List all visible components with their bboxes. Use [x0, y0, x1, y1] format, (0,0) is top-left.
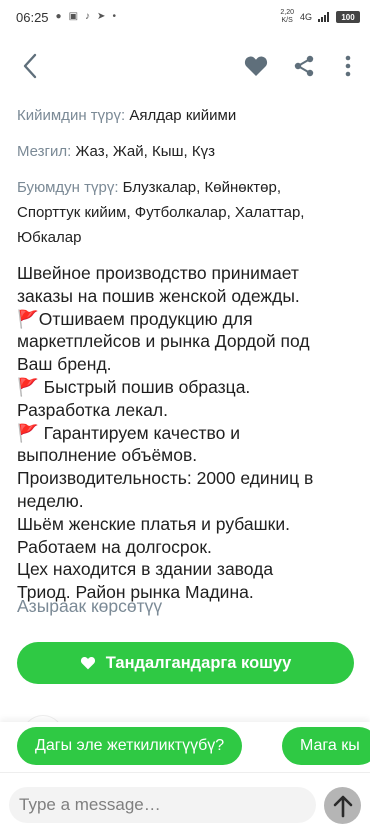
description-line: Цех находится в здании завода	[17, 559, 274, 580]
favorite-button[interactable]	[238, 48, 274, 84]
status-time: 06:25	[16, 9, 49, 25]
attribute-value: Аялдар кийими	[129, 107, 237, 124]
red-flag-icon: 🚩	[17, 376, 39, 397]
description-line: заказы на пошив женской одежды.	[17, 285, 300, 306]
message-input[interactable]	[9, 787, 316, 823]
back-button[interactable]	[12, 48, 48, 84]
description-line: Ваш бренд.	[17, 354, 112, 375]
net-speed: 2,20 K/S	[280, 9, 294, 25]
attribute-clothing-type: Кийимдин түрү: Аялдар кийими	[17, 103, 236, 128]
attribute-value-line: Блузкалар, Көйнөктөр,	[122, 179, 282, 196]
description-line: маркетплейсов и рынка Дордой под	[17, 331, 310, 352]
attribute-label: Кийимдин түрү:	[17, 107, 126, 124]
attribute-label: Мезгил:	[17, 143, 72, 160]
red-flag-icon: 🚩	[17, 422, 39, 443]
attribute-item-type: Буюмдун түрү: Блузкалар, Көйнөктөр, Спор…	[17, 175, 357, 250]
description-line: Работаем на долгосрок.	[17, 536, 212, 557]
net-speed-unit: K/S	[281, 17, 293, 24]
description-line: 🚩 Гарантируем качество и	[17, 422, 357, 445]
add-to-favorites-label: Тандалгандарга кошуу	[105, 653, 292, 672]
tiktok-icon: ♪	[85, 11, 91, 22]
snapchat-icon: ●	[55, 11, 62, 22]
more-options-button[interactable]	[330, 48, 366, 84]
signal-bars-icon	[318, 10, 330, 25]
description-line: 🚩Отшиваем продукцию для	[17, 308, 357, 331]
description-line: Производительность: 2000 единиц в	[17, 468, 314, 489]
quick-reply-chip[interactable]: Дагы эле жеткиликтүүбү?	[17, 727, 243, 765]
quick-reply-chip[interactable]: Мага кы	[282, 727, 370, 765]
attribute-label: Буюмдун түрү:	[17, 179, 119, 196]
description-line: Швейное производство принимает	[17, 263, 299, 283]
description-line: 🚩 Быстрый пошив образца.	[17, 376, 357, 399]
more-vertical-icon	[345, 55, 351, 77]
net-speed-value: 2,20	[280, 9, 294, 16]
attribute-value-line: Спорттук кийим, Футболкалар, Халаттар,	[17, 204, 305, 221]
telegram-icon: ➤	[97, 11, 106, 22]
description-line: выполнение объёмов.	[17, 445, 198, 466]
signal-indicator: 4G	[299, 12, 312, 22]
listing-description: Швейное производство принимает заказы на…	[17, 262, 357, 604]
share-button[interactable]	[286, 48, 322, 84]
attribute-value-line: Юбкалар	[17, 229, 82, 246]
heart-icon	[80, 656, 95, 670]
battery-indicator: 100	[336, 11, 360, 23]
attribute-season: Мезгил: Жаз, Жай, Кыш, Күз	[17, 139, 215, 164]
description-line: неделю.	[17, 490, 84, 511]
description-line: Разработка лекал.	[17, 399, 168, 420]
description-text: Отшиваем продукцию для	[38, 308, 253, 329]
send-button[interactable]	[324, 787, 361, 824]
red-flag-icon: 🚩	[17, 308, 39, 329]
description-text: Быстрый пошив образца.	[38, 376, 251, 397]
status-bar: 06:25 ● ▣ ♪ ➤ • 2,20 K/S 4G 100	[0, 0, 370, 34]
chevron-left-icon	[23, 53, 37, 79]
arrow-up-icon	[333, 795, 352, 817]
description-line: Шьём женские платья и рубашки.	[17, 513, 290, 534]
attribute-value: Жаз, Жай, Кыш, Күз	[75, 143, 215, 160]
description-text: Гарантируем качество и	[38, 422, 240, 443]
share-icon	[294, 55, 314, 77]
heart-icon	[244, 56, 268, 76]
top-app-bar	[0, 40, 370, 96]
notification-square-icon: ▣	[68, 11, 79, 22]
message-composer	[0, 772, 370, 835]
show-less-link[interactable]: Азыраак көрсөтүү	[17, 596, 162, 617]
dot-icon: •	[112, 11, 116, 22]
add-to-favorites-button[interactable]: Тандалгандарга кошуу	[17, 642, 354, 684]
